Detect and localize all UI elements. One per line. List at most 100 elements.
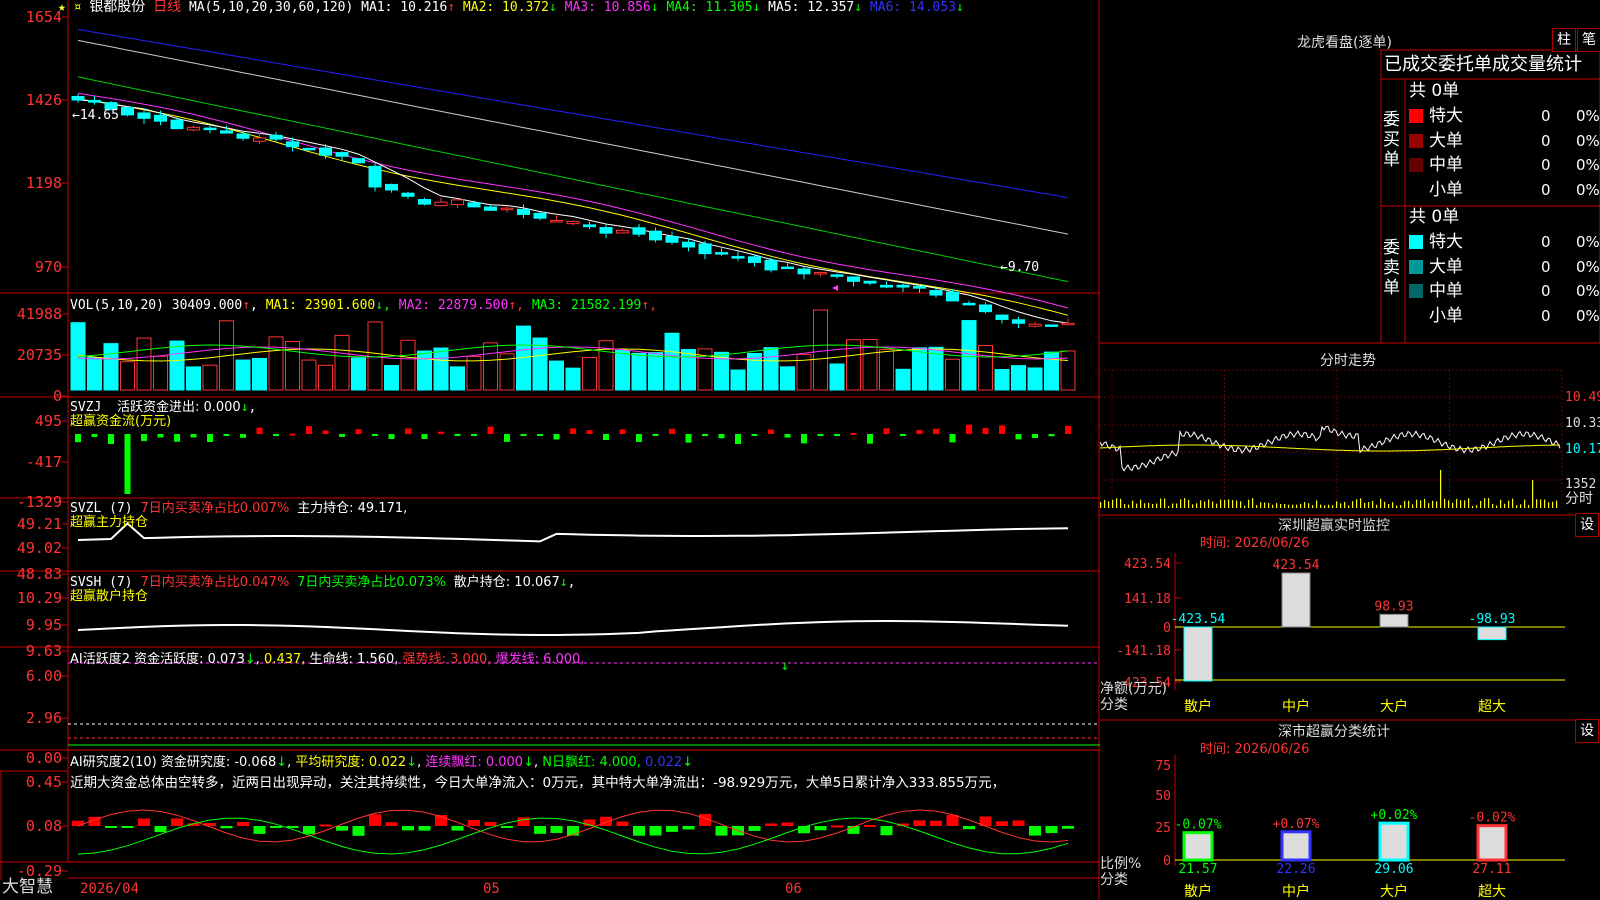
fund-flow-bar xyxy=(174,434,180,442)
minute-volume-bar xyxy=(1212,501,1214,508)
stats-tick-2: 25 xyxy=(1155,821,1171,836)
fund-flow-bar xyxy=(718,434,725,439)
price-tick-1: 1426 xyxy=(26,91,62,109)
candle-body xyxy=(253,137,266,142)
minute-volume-bar xyxy=(1200,500,1202,508)
minute-volume-bar xyxy=(1184,498,1186,508)
minute-volume-bar xyxy=(1220,499,1222,508)
volume-bar xyxy=(582,357,597,391)
research-bar xyxy=(864,825,876,828)
ma-value-2: MA2: 10.372↓ xyxy=(455,0,557,15)
price-tick-3: 970 xyxy=(35,258,62,276)
volume-bar xyxy=(169,340,185,391)
minute-volume-bar xyxy=(1436,501,1438,508)
monitor-value-中户: 423.54 xyxy=(1273,558,1320,573)
main-chart-area[interactable]: 1654 1426 1198 970 41988 20735 0 495 -417 -1329 49… xyxy=(0,0,1100,900)
research-bar xyxy=(715,826,728,836)
fund-flow-bar xyxy=(669,428,675,434)
retail-holding-line xyxy=(77,619,1069,636)
minute-volume-bar xyxy=(1236,500,1238,508)
sz-monitor-settings-button[interactable]: 设 xyxy=(1575,513,1599,537)
volume-bar xyxy=(895,368,911,391)
fund-flow-bar xyxy=(91,434,98,437)
minute-axis-high: 10.49 xyxy=(1565,390,1600,405)
minute-volume-bar xyxy=(1404,500,1406,508)
volume-bar xyxy=(648,352,663,391)
bar-mode-button[interactable]: 柱 xyxy=(1552,28,1576,52)
fund-flow-bar xyxy=(306,426,312,434)
minute-volume-bar xyxy=(1228,499,1230,508)
candle-body xyxy=(715,252,728,255)
volume-bar xyxy=(1027,367,1043,391)
ai2-tick-1: 0.08 xyxy=(26,817,62,835)
candle-body xyxy=(682,241,695,248)
candle-body xyxy=(302,147,316,151)
date-label-may: 05 xyxy=(483,881,500,897)
pen-mode-button[interactable]: 笔 xyxy=(1577,28,1600,52)
stats-category-超大: 超大 xyxy=(1478,884,1506,900)
candle-body xyxy=(566,220,580,225)
research-bar xyxy=(72,820,84,826)
fund-flow-bar xyxy=(141,434,147,442)
research-bar xyxy=(468,820,480,826)
volume-bar xyxy=(400,339,416,391)
volume-row-percent: 0% xyxy=(1576,131,1600,150)
sz-stats-settings-button[interactable]: 设 xyxy=(1575,719,1599,743)
candle-body xyxy=(467,202,481,208)
minute-volume-bar xyxy=(1144,503,1146,508)
right-sidebar: 423.54 141.18 0 -141.18 -423.54 -423.54 散户 423.… xyxy=(1100,0,1600,900)
volume-bar xyxy=(747,352,762,391)
volume-row-percent: 0% xyxy=(1576,282,1600,300)
research-bar xyxy=(237,822,249,826)
minute-volume-bar xyxy=(1104,499,1106,508)
research-bar xyxy=(105,826,117,828)
candle-body xyxy=(418,199,431,205)
minute-volume-bar xyxy=(1276,503,1278,508)
minute-volume-bar xyxy=(1192,504,1194,508)
cursor-marker-icon xyxy=(832,285,838,291)
fund-flow-bar xyxy=(454,434,461,436)
volume-bar xyxy=(879,348,894,391)
minute-volume-bar xyxy=(1320,504,1322,508)
minute-volume-bar xyxy=(1508,500,1510,508)
dragon-subtitle: 已成交委托单成交量统计 xyxy=(1384,54,1582,75)
minute-volume-bar xyxy=(1400,505,1402,508)
minute-volume-bar xyxy=(1232,500,1234,508)
volume-row-count: 0 xyxy=(1541,257,1551,276)
period-label[interactable]: 日线 xyxy=(153,0,181,15)
minute-volume-bar xyxy=(1468,498,1470,508)
minute-volume-bar xyxy=(1460,500,1462,508)
minute-volume-bar xyxy=(1500,499,1502,508)
volume-bar xyxy=(730,369,746,391)
ai-activity-header: AI活跃度2 资金活跃度: 0.073↓, 0.437, 生命线: 1.560,… xyxy=(70,652,585,667)
svsh-tick-2: 9.63 xyxy=(26,642,62,660)
sz-stats-ylabel: 比例% xyxy=(1100,856,1142,872)
candle-body xyxy=(946,291,959,302)
fund-flow-bar xyxy=(784,434,791,438)
minute-volume-bar xyxy=(1424,499,1426,508)
candle-body xyxy=(583,224,596,228)
fund-flow-bar xyxy=(883,428,890,434)
minute-vol-label: 1352 xyxy=(1565,477,1597,492)
candle-body xyxy=(979,304,992,313)
research-bar xyxy=(484,821,497,826)
fund-flow-bar xyxy=(438,431,444,434)
fund-flow-bar xyxy=(933,428,939,434)
volume-row-中单: 中单 xyxy=(1409,279,1463,303)
minute-volume-bar xyxy=(1176,503,1178,508)
minute-volume-bar xyxy=(1328,504,1330,508)
color-swatch xyxy=(1409,158,1423,172)
star-icon[interactable]: ★ xyxy=(58,0,66,15)
date-label-apr: 2026/04 xyxy=(80,881,140,897)
minute-volume-bar xyxy=(1204,501,1206,508)
minute-volume-bar xyxy=(1360,498,1362,508)
candle-body xyxy=(517,208,530,215)
minute-volume-bar xyxy=(1256,505,1258,508)
candle-body xyxy=(220,130,233,134)
minute-volume-bar xyxy=(1484,498,1486,508)
candle-body xyxy=(1012,319,1025,324)
sz-monitor-xlabel: 分类 xyxy=(1100,697,1128,713)
stats-category-大户: 大户 xyxy=(1380,883,1408,900)
minute-title: 分时走势 xyxy=(1320,353,1376,369)
minute-volume-bar xyxy=(1160,498,1162,508)
